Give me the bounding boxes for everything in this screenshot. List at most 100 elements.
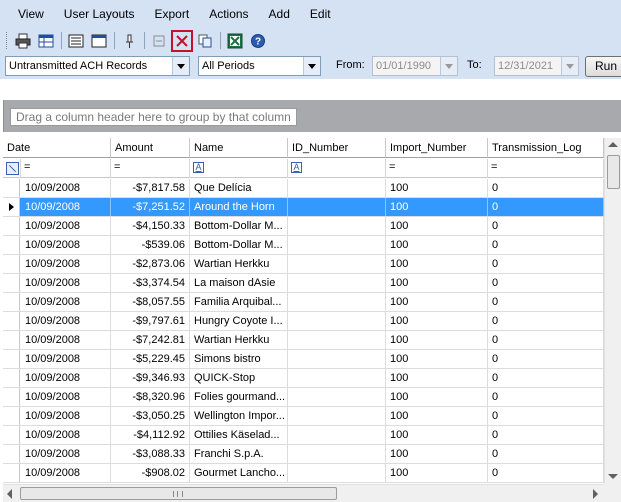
cell-id-number[interactable]: [288, 179, 386, 197]
row-indicator[interactable]: [3, 293, 20, 311]
delete-button[interactable]: [171, 29, 193, 52]
cell-import-number[interactable]: 100: [386, 312, 488, 330]
row-indicator[interactable]: [3, 217, 20, 235]
cell-date[interactable]: 10/09/2008: [21, 312, 111, 330]
column-header-id-number[interactable]: ID_Number: [288, 138, 386, 158]
cell-import-number[interactable]: 100: [386, 464, 488, 482]
cell-import-number[interactable]: 100: [386, 407, 488, 425]
cell-transmission-log[interactable]: 0: [488, 350, 604, 368]
cell-date[interactable]: 10/09/2008: [21, 198, 111, 216]
cell-import-number[interactable]: 100: [386, 274, 488, 292]
cell-date[interactable]: 10/09/2008: [21, 388, 111, 406]
period-dropdown[interactable]: All Periods: [198, 56, 321, 76]
cell-id-number[interactable]: [288, 255, 386, 273]
cell-import-number[interactable]: 100: [386, 217, 488, 235]
cell-name[interactable]: QUICK-Stop: [190, 369, 288, 387]
cell-id-number[interactable]: [288, 331, 386, 349]
cell-id-number[interactable]: [288, 293, 386, 311]
cell-name[interactable]: Simons bistro: [190, 350, 288, 368]
cell-amount[interactable]: -$8,320.96: [111, 388, 190, 406]
table-row[interactable]: 10/09/2008 -$9,346.93 QUICK-Stop 100 0: [3, 369, 604, 388]
row-indicator[interactable]: [3, 179, 20, 197]
cell-id-number[interactable]: [288, 464, 386, 482]
cell-import-number[interactable]: 100: [386, 369, 488, 387]
cell-import-number[interactable]: 100: [386, 350, 488, 368]
row-indicator[interactable]: [3, 369, 20, 387]
cell-transmission-log[interactable]: 0: [488, 407, 604, 425]
cell-amount[interactable]: -$7,242.81: [111, 331, 190, 349]
row-indicator[interactable]: [3, 331, 20, 349]
table-row[interactable]: 10/09/2008 -$4,112.92 Ottilies Käselad... 1…: [3, 426, 604, 445]
pin-button[interactable]: [118, 30, 140, 52]
filter-cell-import-number[interactable]: =: [386, 159, 488, 178]
cell-date[interactable]: 10/09/2008: [21, 217, 111, 235]
cell-name[interactable]: Around the Horn: [190, 198, 288, 216]
cell-transmission-log[interactable]: 0: [488, 369, 604, 387]
table-row[interactable]: 10/09/2008 -$3,374.54 La maison dAsie 100 0: [3, 274, 604, 293]
scroll-left-arrow-icon[interactable]: [7, 489, 12, 499]
filter-cell-amount[interactable]: =: [111, 159, 190, 178]
table-row[interactable]: 10/09/2008 -$3,088.33 Franchi S.p.A. 100 0: [3, 445, 604, 464]
filter-cell-id-number[interactable]: A: [288, 159, 386, 178]
help-button[interactable]: ?: [247, 30, 269, 52]
cell-name[interactable]: Hungry Coyote I...: [190, 312, 288, 330]
cell-date[interactable]: 10/09/2008: [21, 293, 111, 311]
cell-id-number[interactable]: [288, 198, 386, 216]
grid-layout-button[interactable]: [35, 30, 57, 52]
menu-view[interactable]: View: [8, 0, 54, 28]
cell-id-number[interactable]: [288, 369, 386, 387]
scroll-up-arrow-icon[interactable]: [608, 142, 618, 147]
cell-import-number[interactable]: 100: [386, 445, 488, 463]
vertical-scrollbar[interactable]: [604, 138, 621, 484]
cell-name[interactable]: Ottilies Käselad...: [190, 426, 288, 444]
cell-name[interactable]: Folies gourmand...: [190, 388, 288, 406]
menu-export[interactable]: Export: [145, 0, 200, 28]
table-row[interactable]: 10/09/2008 -$2,873.06 Wartian Herkku 100 0: [3, 255, 604, 274]
cell-transmission-log[interactable]: 0: [488, 255, 604, 273]
cell-transmission-log[interactable]: 0: [488, 293, 604, 311]
cell-date[interactable]: 10/09/2008: [21, 350, 111, 368]
cell-id-number[interactable]: [288, 274, 386, 292]
row-indicator[interactable]: [3, 312, 20, 330]
cell-import-number[interactable]: 100: [386, 198, 488, 216]
cell-name[interactable]: Wartian Herkku: [190, 255, 288, 273]
cell-transmission-log[interactable]: 0: [488, 198, 604, 216]
table-row[interactable]: 10/09/2008 -$4,150.33 Bottom-Dollar M... 10…: [3, 217, 604, 236]
cell-id-number[interactable]: [288, 388, 386, 406]
scroll-down-arrow-icon[interactable]: [608, 474, 618, 479]
row-indicator[interactable]: [3, 198, 20, 216]
cell-amount[interactable]: -$3,050.25: [111, 407, 190, 425]
cell-date[interactable]: 10/09/2008: [21, 179, 111, 197]
table-row[interactable]: 10/09/2008 -$9,797.61 Hungry Coyote I... 10…: [3, 312, 604, 331]
column-header-transmission-log[interactable]: Transmission_Log: [488, 138, 604, 158]
cell-name[interactable]: Wellington Impor...: [190, 407, 288, 425]
table-row[interactable]: 10/09/2008 -$8,320.96 Folies gourmand... 10…: [3, 388, 604, 407]
vertical-scroll-thumb[interactable]: [607, 155, 620, 189]
row-indicator[interactable]: [3, 426, 20, 444]
cell-transmission-log[interactable]: 0: [488, 388, 604, 406]
row-indicator[interactable]: [3, 274, 20, 292]
table-row[interactable]: 10/09/2008 -$539.06 Bottom-Dollar M... 100 0: [3, 236, 604, 255]
excel-export-button[interactable]: [224, 30, 246, 52]
column-header-import-number[interactable]: Import_Number: [386, 138, 488, 158]
cell-id-number[interactable]: [288, 426, 386, 444]
cell-transmission-log[interactable]: 0: [488, 274, 604, 292]
cell-amount[interactable]: -$7,817.58: [111, 179, 190, 197]
cell-id-number[interactable]: [288, 312, 386, 330]
cell-amount[interactable]: -$7,251.52: [111, 198, 190, 216]
menu-edit[interactable]: Edit: [300, 0, 341, 28]
table-row[interactable]: 10/09/2008 -$5,229.45 Simons bistro 100 0: [3, 350, 604, 369]
records-dropdown[interactable]: Untransmitted ACH Records: [5, 56, 190, 76]
cell-name[interactable]: Bottom-Dollar M...: [190, 217, 288, 235]
cell-transmission-log[interactable]: 0: [488, 426, 604, 444]
menu-user-layouts[interactable]: User Layouts: [54, 0, 145, 28]
copy-button[interactable]: [194, 30, 216, 52]
toolbar-grip[interactable]: [6, 32, 9, 49]
cell-import-number[interactable]: 100: [386, 426, 488, 444]
cell-date[interactable]: 10/09/2008: [21, 445, 111, 463]
cell-name[interactable]: Franchi S.p.A.: [190, 445, 288, 463]
cell-date[interactable]: 10/09/2008: [21, 331, 111, 349]
cell-name[interactable]: Wartian Herkku: [190, 331, 288, 349]
cell-transmission-log[interactable]: 0: [488, 464, 604, 482]
from-date-picker[interactable]: 01/01/1990: [372, 56, 458, 76]
